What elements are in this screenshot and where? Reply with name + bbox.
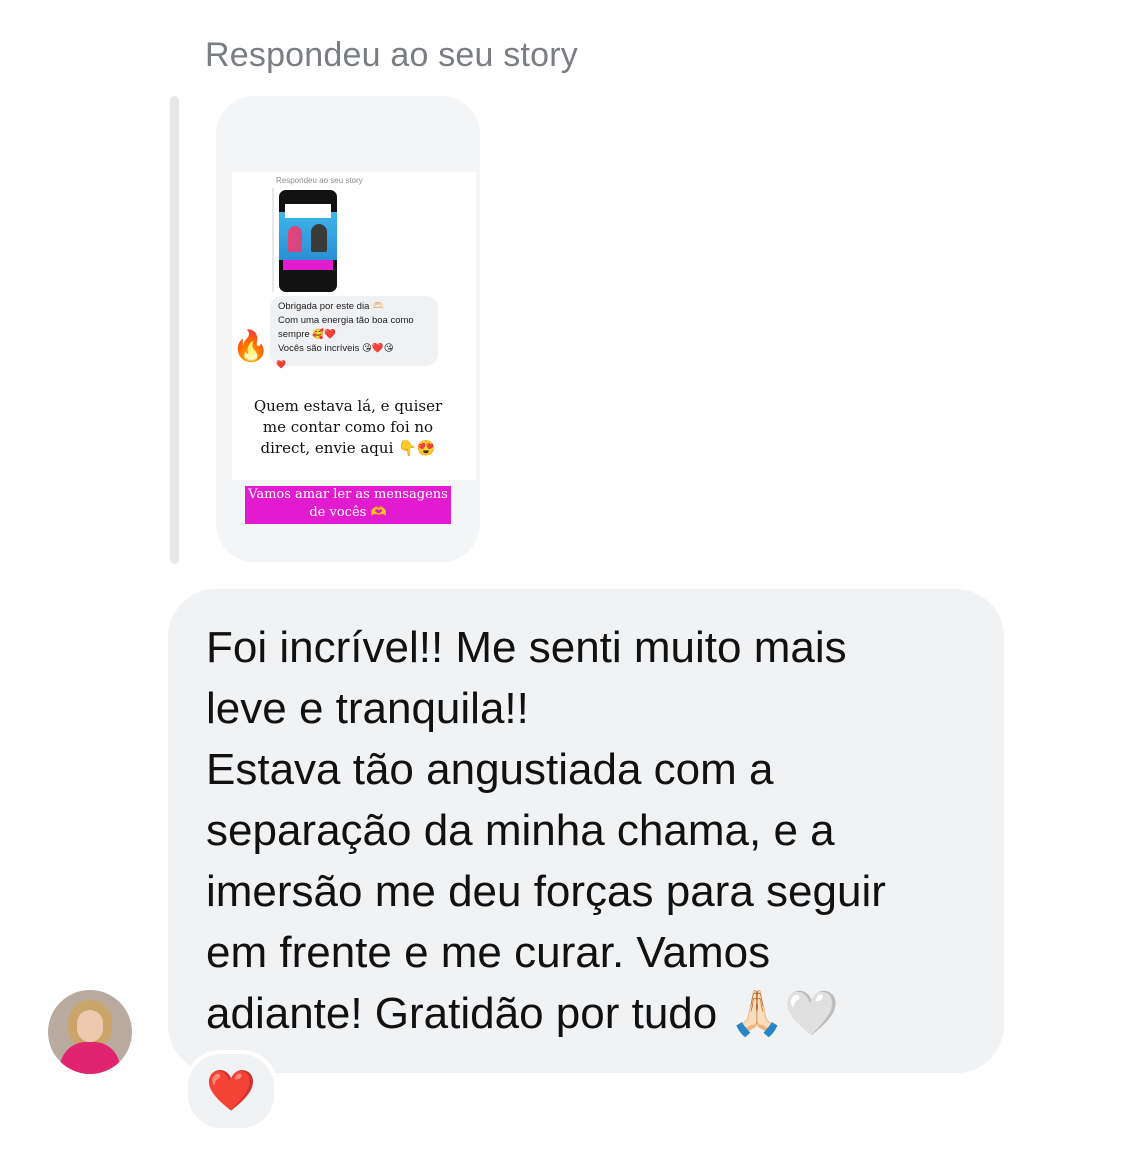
message-line: Foi incrível!! Me senti muito mais (206, 623, 847, 672)
story-inner-message-line: Com uma energia tão boa como (278, 315, 414, 326)
story-text-line: me contar como foi no (262, 418, 434, 436)
thumbnail-pink-banner (283, 260, 333, 270)
thumbnail-person-left (288, 226, 302, 252)
story-text-overlay: Quem estava lá, e quiser me contar como … (240, 396, 456, 459)
story-pink-line: Vamos amar ler as mensagens (248, 487, 448, 502)
story-inner-message-line: Vocês são incríveis 😘❤️😘 (278, 343, 394, 354)
thumbnail-person-right (311, 224, 327, 252)
thumbnail-text-box (285, 204, 331, 218)
message-line: leve e tranquila!! (206, 684, 529, 733)
avatar-face (77, 1010, 103, 1042)
story-inner-message-line: sempre 🥰❤️ (278, 329, 336, 340)
message-line: adiante! Gratidão por tudo 🙏🏻🤍 (206, 989, 840, 1038)
message-line: separação da minha chama, e a (206, 806, 835, 855)
fire-emoji-reaction: 🔥 (232, 330, 270, 363)
replied-to-story-caption: Respondeu ao seu story (205, 36, 578, 74)
story-inner-message-line: Obrigada por este dia 🫶🏻 (278, 301, 384, 312)
story-inner-quote-bar (272, 188, 274, 292)
message-line: em frente e me curar. Vamos (206, 928, 771, 977)
avatar-shirt (60, 1042, 120, 1074)
story-inner-message-bubble: Obrigada por este dia 🫶🏻 Com uma energia… (270, 296, 438, 366)
story-preview[interactable]: Respondeu ao seu story Obrigada por este… (216, 96, 480, 562)
message-line: imersão me deu forças para seguir (206, 867, 886, 916)
story-pink-line: de vocês 🫶 (309, 505, 387, 520)
story-inner-caption: Respondeu ao seu story (276, 176, 363, 185)
story-text-line: direct, envie aqui 👇😍 (260, 439, 436, 457)
message-line: Estava tão angustiada com a (206, 745, 774, 794)
story-text-line: Quem estava lá, e quiser (253, 397, 443, 415)
message-text: Foi incrível!! Me senti muito mais leve … (206, 617, 996, 1044)
reply-quote-bar (170, 96, 179, 564)
message-bubble[interactable]: Foi incrível!! Me senti muito mais leve … (168, 589, 1004, 1073)
story-pink-banner: Vamos amar ler as mensagens de vocês 🫶 (245, 486, 451, 524)
heart-reaction-icon[interactable]: ❤️ (184, 1050, 278, 1132)
story-inner-thumbnail (279, 190, 337, 292)
sender-avatar[interactable] (48, 990, 132, 1074)
small-heart-icon: ❤️ (276, 360, 286, 369)
